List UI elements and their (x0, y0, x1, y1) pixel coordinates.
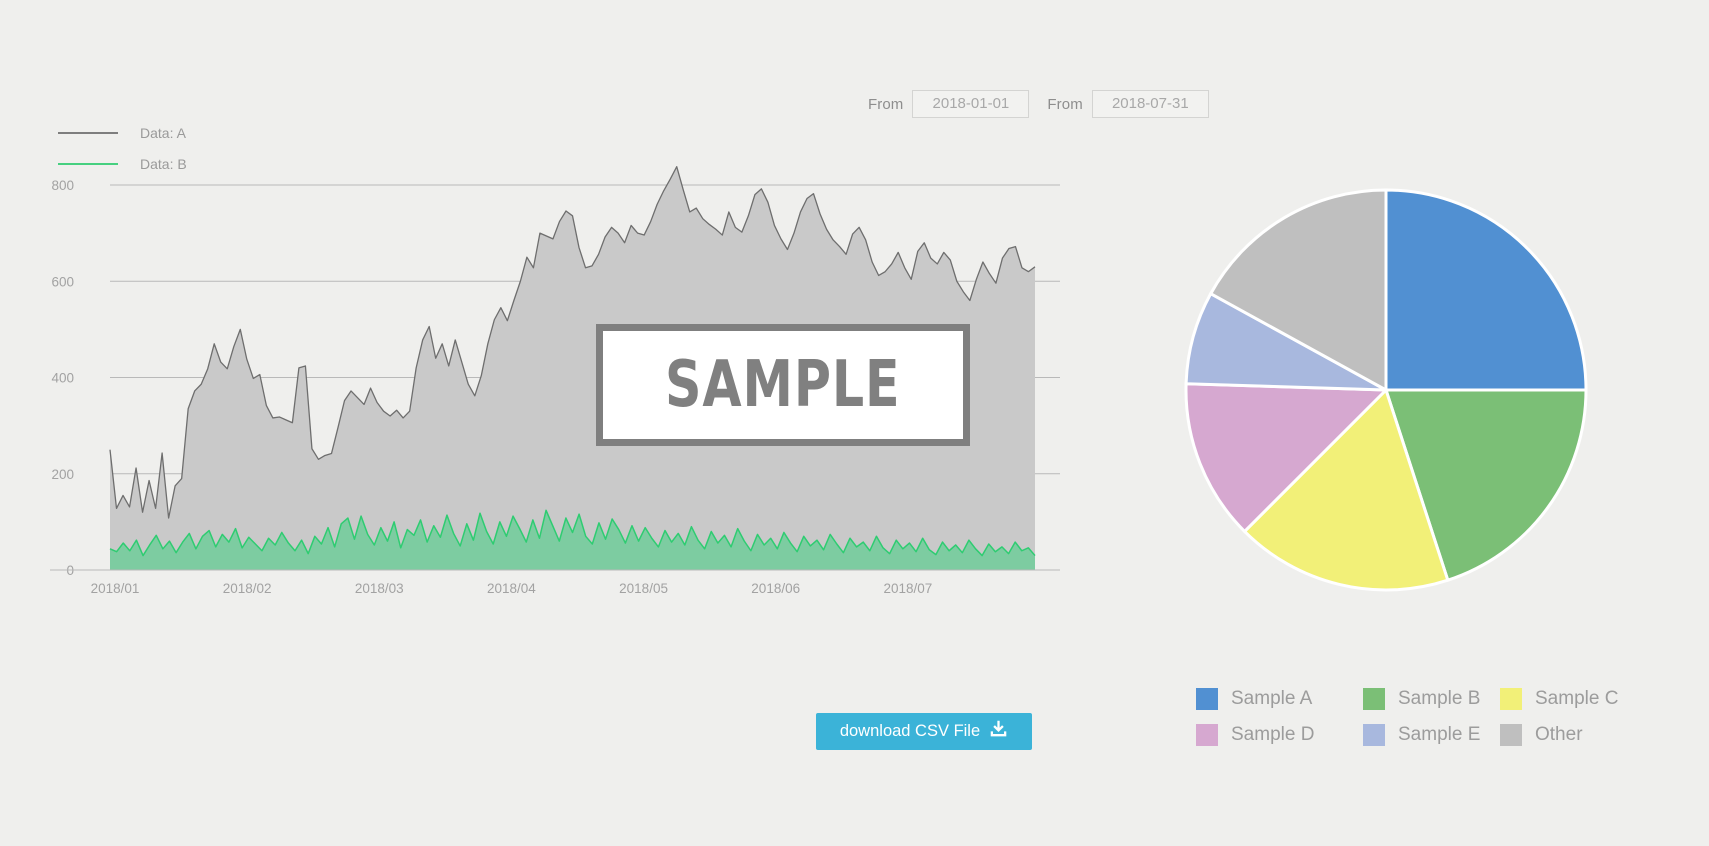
pie-legend-item[interactable]: Sample B (1363, 688, 1500, 710)
pie-legend-swatch (1363, 724, 1385, 746)
pie-legend-label: Sample E (1398, 724, 1481, 745)
pie-legend-label: Sample A (1231, 688, 1313, 709)
distribution-pie-chart (1174, 182, 1634, 602)
pie-legend-item[interactable]: Sample D (1196, 724, 1363, 746)
pie-legend-item[interactable]: Sample E (1363, 724, 1500, 746)
download-tray-icon (989, 720, 1008, 744)
date-from-input-2[interactable] (1091, 90, 1209, 118)
pie-legend-label: Other (1535, 724, 1583, 745)
pie-slice[interactable] (1384, 188, 1588, 392)
pie-legend-label: Sample C (1535, 688, 1619, 709)
pie-chart-canvas (1184, 188, 1588, 592)
x-axis-tick-label: 2018/06 (751, 581, 800, 596)
pie-legend-label: Sample D (1231, 724, 1315, 745)
pie-legend-item[interactable]: Other (1500, 724, 1656, 746)
y-axis-tick-label: 200 (51, 467, 74, 482)
y-axis-tick-label: 800 (51, 178, 74, 193)
pie-legend-swatch (1196, 724, 1218, 746)
x-axis-tick-label: 2018/03 (355, 581, 404, 596)
pie-legend-swatch (1196, 688, 1218, 710)
pie-legend-swatch (1500, 724, 1522, 746)
download-csv-button[interactable]: download CSV File (816, 713, 1032, 750)
series-legend-label: Data: B (140, 156, 187, 172)
x-axis-tick-label: 2018/02 (223, 581, 272, 596)
sample-watermark: SAMPLE (596, 324, 970, 446)
pie-legend-swatch (1363, 688, 1385, 710)
pie-legend-item[interactable]: Sample A (1196, 688, 1363, 710)
y-axis-tick-label: 400 (51, 371, 74, 386)
pie-chart-legend: Sample A Sample B Sample C Sample D Sample E… (1196, 688, 1656, 746)
download-csv-label: download CSV File (839, 722, 981, 740)
pie-legend-swatch (1500, 688, 1522, 710)
pie-legend-item[interactable]: Sample C (1500, 688, 1656, 710)
x-axis-tick-label: 2018/04 (487, 581, 536, 596)
pie-legend-label: Sample B (1398, 688, 1481, 709)
series-legend-label: Data: A (140, 125, 187, 141)
x-axis-tick-label: 2018/01 (91, 581, 140, 596)
x-axis-tick-label: 2018/05 (619, 581, 668, 596)
y-axis-tick-label: 600 (51, 274, 74, 289)
x-axis-tick-label: 2018/07 (883, 581, 932, 596)
sample-watermark-text: SAMPLE (665, 348, 901, 422)
